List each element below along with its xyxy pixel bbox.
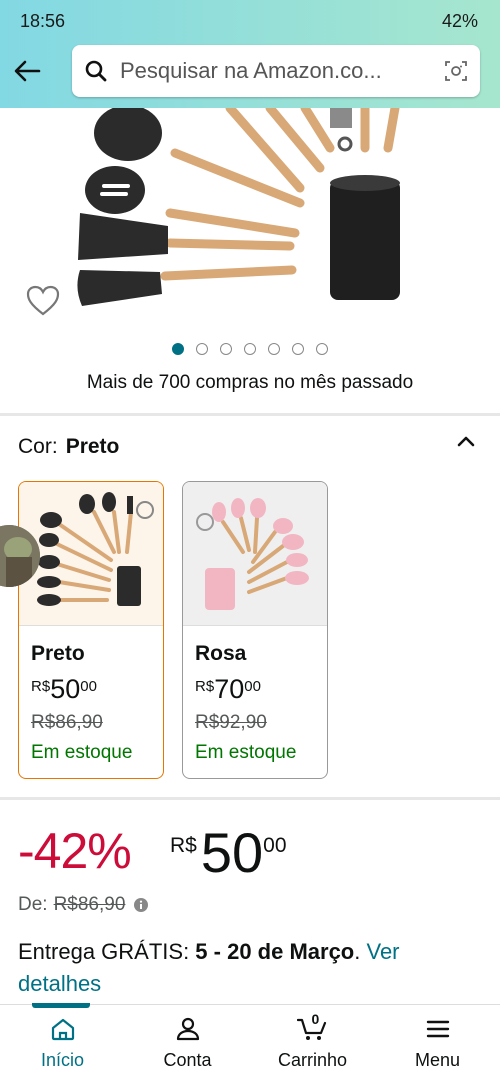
home-icon <box>50 1017 76 1046</box>
price-currency: R$ <box>170 834 197 857</box>
swatch-image <box>19 482 163 626</box>
search-input[interactable]: Pesquisar na Amazon.co... <box>72 45 480 97</box>
image-pagination <box>0 343 500 357</box>
swatch-old-price: R$86,90 <box>31 712 103 733</box>
price-whole: 70 <box>214 674 245 704</box>
nav-home[interactable]: Início <box>0 1003 125 1072</box>
active-tab-indicator <box>32 1003 90 1008</box>
price-fraction: 00 <box>244 678 261 695</box>
price-whole: 50 <box>200 821 264 884</box>
price-currency: R$ <box>31 678 51 695</box>
bottom-nav: Início Conta 0 Carrinho Menu <box>0 1003 500 1072</box>
price-fraction: 00 <box>80 678 97 695</box>
color-swatch-preto[interactable]: Preto R$ 50 00 R$86,90 Em estoque <box>18 481 164 779</box>
current-price: R$ 50 00 <box>170 824 287 882</box>
nav-home-label: Início <box>40 1050 85 1070</box>
page-dot[interactable] <box>244 343 256 355</box>
list-price-label: De: <box>18 894 48 915</box>
cart-count-badge: 0 <box>311 1011 320 1027</box>
user-icon <box>175 1017 201 1046</box>
swatch-image <box>183 482 327 626</box>
discount-percent: -42% <box>18 823 132 879</box>
camera-search-icon[interactable] <box>444 59 468 83</box>
color-label-text: Cor: <box>18 435 58 458</box>
nav-menu[interactable]: Menu <box>375 1005 500 1072</box>
price-whole: 50 <box>50 674 81 704</box>
search-icon <box>84 59 108 83</box>
nav-menu-label: Menu <box>414 1050 461 1070</box>
heart-icon[interactable] <box>26 285 60 317</box>
swatch-name: Rosa <box>195 642 247 665</box>
list-price-value: R$86,90 <box>53 894 126 915</box>
page-dot[interactable] <box>316 343 328 355</box>
divider <box>0 413 500 416</box>
nav-account-label: Conta <box>163 1050 212 1070</box>
price-fraction: 00 <box>263 834 287 857</box>
delivery-prefix: Entrega GRÁTIS: <box>18 939 196 964</box>
page-dot[interactable] <box>268 343 280 355</box>
delivery-dates: 5 - 20 de Março <box>195 939 355 964</box>
swatch-price: R$ 70 00 <box>195 674 261 704</box>
search-placeholder: Pesquisar na Amazon.co... <box>120 58 382 83</box>
nav-cart[interactable]: 0 Carrinho <box>250 1005 375 1072</box>
page-dot[interactable] <box>292 343 304 355</box>
hamburger-icon <box>425 1017 451 1046</box>
price-currency: R$ <box>195 678 215 695</box>
info-icon[interactable] <box>133 897 149 913</box>
nav-account[interactable]: Conta <box>125 1005 250 1072</box>
purchases-count: Mais de 700 compras no mês passado <box>86 372 414 393</box>
status-battery: 42% <box>441 11 478 31</box>
swatch-old-price: R$92,90 <box>195 712 267 733</box>
divider <box>0 797 500 800</box>
color-label: Cor: Preto <box>18 435 119 459</box>
swatch-stock: Em estoque <box>195 742 297 763</box>
page-dot[interactable] <box>220 343 232 355</box>
swatch-stock: Em estoque <box>31 742 133 763</box>
delivery-info: Entrega GRÁTIS: 5 - 20 de Março. Ver det… <box>18 936 488 1000</box>
page-dot[interactable] <box>196 343 208 355</box>
nav-cart-label: Carrinho <box>277 1050 348 1070</box>
list-price: De: R$86,90 <box>18 894 149 916</box>
chevron-up-icon[interactable] <box>454 430 478 454</box>
product-image[interactable] <box>0 108 500 330</box>
page-dot[interactable] <box>172 343 184 355</box>
color-selected: Preto <box>65 435 120 458</box>
status-time: 18:56 <box>20 11 66 31</box>
back-arrow-icon[interactable] <box>10 54 44 88</box>
top-header: 18:56 42% Pesquisar na Amazon.co... <box>0 0 500 108</box>
color-swatch-rosa[interactable]: Rosa R$ 70 00 R$92,90 Em estoque <box>182 481 328 779</box>
delivery-separator: . <box>354 939 367 964</box>
swatch-name: Preto <box>31 642 85 665</box>
swatch-price: R$ 50 00 <box>31 674 97 704</box>
